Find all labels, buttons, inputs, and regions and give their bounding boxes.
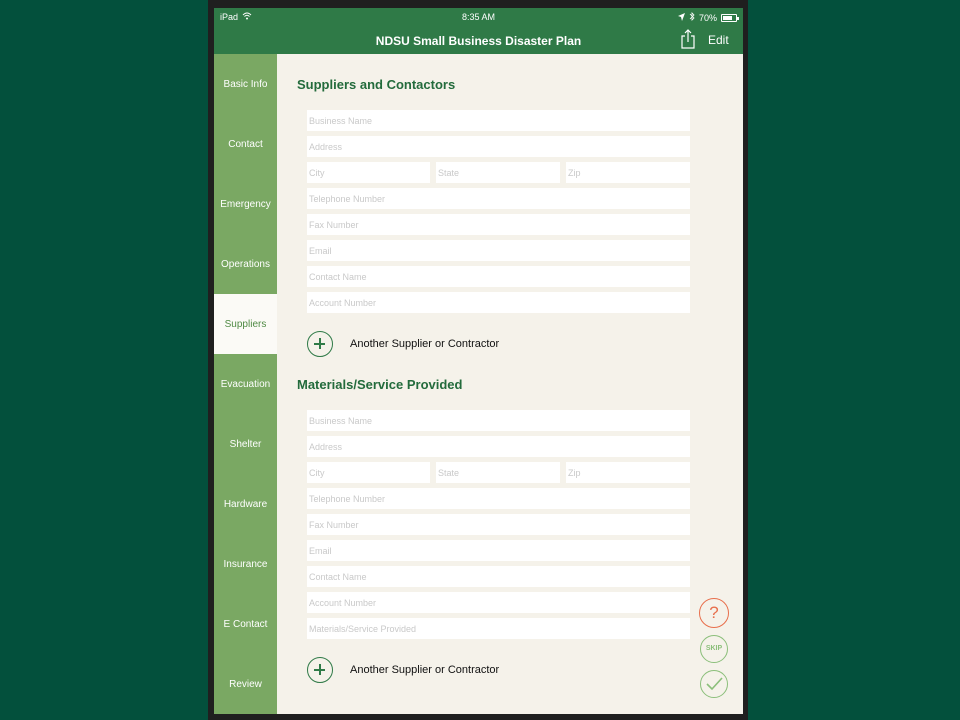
skip-button[interactable]: SKIP bbox=[700, 635, 728, 663]
status-bar: iPad 8:35 AM 70% bbox=[214, 8, 743, 28]
battery-icon bbox=[721, 13, 739, 22]
bluetooth-icon bbox=[689, 12, 695, 23]
sidebar-item-emergency[interactable]: Emergency bbox=[214, 174, 277, 234]
section-title-materials: Materials/Service Provided bbox=[297, 377, 463, 392]
materials-state-field[interactable] bbox=[436, 462, 560, 483]
materials-service-provided-field[interactable] bbox=[307, 618, 690, 639]
supplier-city-field[interactable] bbox=[307, 162, 430, 183]
supplier-business-name-field[interactable] bbox=[307, 110, 690, 131]
materials-zip-field[interactable] bbox=[566, 462, 690, 483]
sidebar-item-suppliers[interactable]: Suppliers bbox=[214, 294, 277, 354]
form-content: Suppliers and Contactors Another Supplie… bbox=[277, 54, 743, 714]
sidebar-item-hardware[interactable]: Hardware bbox=[214, 474, 277, 534]
materials-contact-name-field[interactable] bbox=[307, 566, 690, 587]
help-button[interactable]: ? bbox=[699, 598, 729, 628]
sidebar-item-e-contact[interactable]: E Contact bbox=[214, 594, 277, 654]
add-supplier-label: Another Supplier or Contractor bbox=[350, 338, 500, 350]
supplier-address-field[interactable] bbox=[307, 136, 690, 157]
materials-email-field[interactable] bbox=[307, 540, 690, 561]
supplier-contact-name-field[interactable] bbox=[307, 266, 690, 287]
sidebar-item-operations[interactable]: Operations bbox=[214, 234, 277, 294]
share-icon[interactable] bbox=[680, 29, 696, 49]
materials-address-field[interactable] bbox=[307, 436, 690, 457]
sidebar-item-shelter[interactable]: Shelter bbox=[214, 414, 277, 474]
sidebar-item-insurance[interactable]: Insurance bbox=[214, 534, 277, 594]
add-materials-supplier-label: Another Supplier or Contractor bbox=[350, 664, 500, 676]
plus-circle-icon bbox=[307, 657, 333, 683]
app-screen: iPad 8:35 AM 70% NDSU Small Business Dis… bbox=[214, 8, 743, 714]
navigation-bar: NDSU Small Business Disaster Plan Edit bbox=[214, 28, 743, 54]
plus-circle-icon bbox=[307, 331, 333, 357]
materials-city-field[interactable] bbox=[307, 462, 430, 483]
materials-fax-field[interactable] bbox=[307, 514, 690, 535]
page-title: NDSU Small Business Disaster Plan bbox=[375, 34, 582, 48]
done-button[interactable] bbox=[700, 670, 728, 698]
sidebar: Basic Info Contact Emergency Operations … bbox=[214, 54, 277, 714]
add-supplier-button[interactable]: Another Supplier or Contractor bbox=[307, 331, 499, 357]
sidebar-item-review[interactable]: Review bbox=[214, 654, 277, 714]
materials-account-number-field[interactable] bbox=[307, 592, 690, 613]
edit-button[interactable]: Edit bbox=[708, 33, 729, 47]
location-icon bbox=[677, 12, 685, 23]
supplier-state-field[interactable] bbox=[436, 162, 560, 183]
sidebar-item-evacuation[interactable]: Evacuation bbox=[214, 354, 277, 414]
supplier-fax-field[interactable] bbox=[307, 214, 690, 235]
supplier-telephone-field[interactable] bbox=[307, 188, 690, 209]
materials-telephone-field[interactable] bbox=[307, 488, 690, 509]
add-materials-supplier-button[interactable]: Another Supplier or Contractor bbox=[307, 657, 499, 683]
supplier-zip-field[interactable] bbox=[566, 162, 690, 183]
section-title-suppliers: Suppliers and Contactors bbox=[297, 77, 456, 92]
battery-percent: 70% bbox=[698, 12, 717, 23]
sidebar-item-contact[interactable]: Contact bbox=[214, 114, 277, 174]
supplier-account-number-field[interactable] bbox=[307, 292, 690, 313]
supplier-email-field[interactable] bbox=[307, 240, 690, 261]
materials-business-name-field[interactable] bbox=[307, 410, 690, 431]
status-time: 8:35 AM bbox=[461, 12, 496, 22]
sidebar-item-basic-info[interactable]: Basic Info bbox=[214, 54, 277, 114]
